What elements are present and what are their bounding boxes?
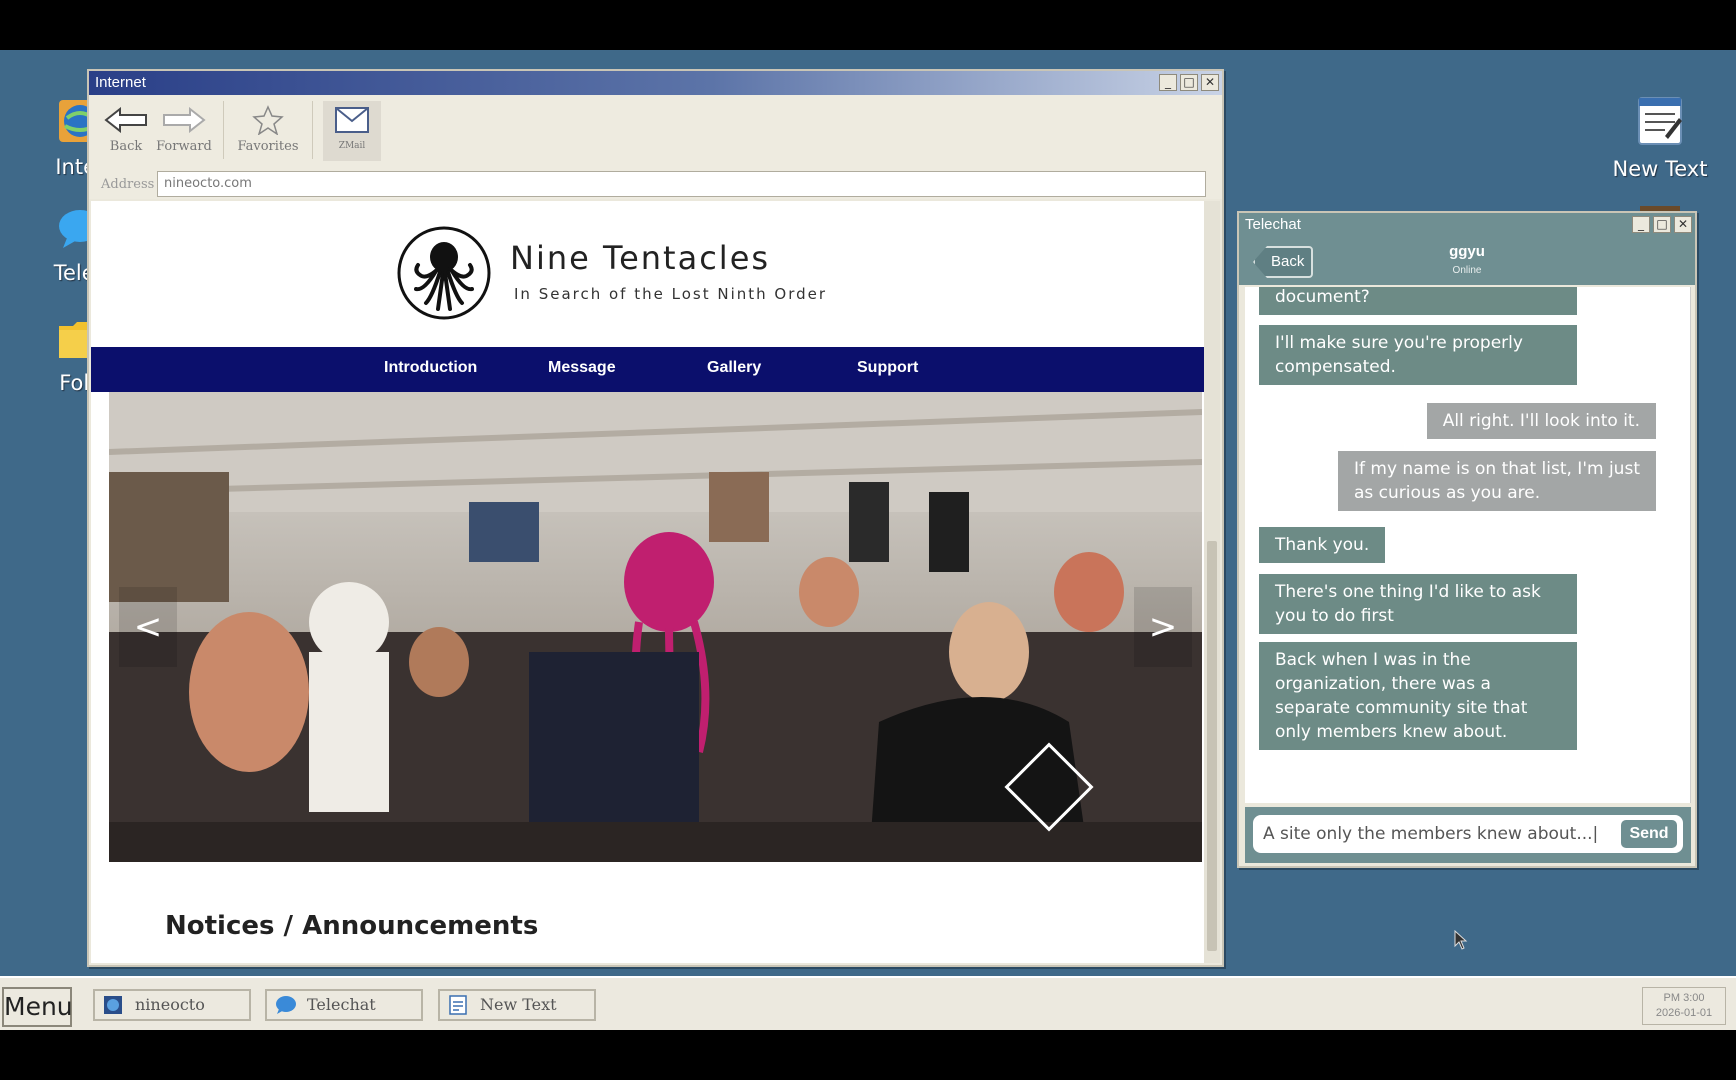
taskbar-item-telechat[interactable]: Telechat xyxy=(265,989,423,1021)
chat-message-input[interactable]: A site only the members knew about...| xyxy=(1253,815,1683,853)
mail-envelope-icon xyxy=(323,105,381,135)
address-input[interactable]: nineocto.com xyxy=(157,171,1206,197)
chat-message-list[interactable]: document? I'll make sure you're properly… xyxy=(1245,287,1691,803)
site-navigation: Introduction Message Gallery Support xyxy=(91,347,1204,392)
telechat-title: Telechat xyxy=(1245,216,1301,233)
site-subtitle: In Search of the Lost Ninth Order xyxy=(514,285,828,303)
start-menu-button[interactable]: Menu xyxy=(2,987,73,1027)
taskbar: Menu nineocto Telechat New Text PM 3:00 … xyxy=(0,976,1736,1030)
chat-bubble-icon xyxy=(275,995,297,1024)
forward-button[interactable]: Forward xyxy=(155,101,213,154)
send-button[interactable]: Send xyxy=(1621,820,1677,848)
message-incoming: I'll make sure you're properly compensat… xyxy=(1259,325,1577,385)
taskbar-item-browser[interactable]: nineocto xyxy=(93,989,251,1021)
toolbar-divider xyxy=(223,101,224,159)
minimize-button[interactable]: _ xyxy=(1632,216,1650,233)
hero-carousel-image: < > xyxy=(109,392,1202,862)
back-arrow-icon xyxy=(97,101,155,139)
mouse-cursor-icon xyxy=(1454,930,1468,950)
clock-time: PM 3:00 xyxy=(1663,992,1705,1004)
nav-support[interactable]: Support xyxy=(857,359,918,377)
internet-globe-icon xyxy=(103,995,123,1024)
minimize-button[interactable]: _ xyxy=(1159,74,1177,91)
nav-message[interactable]: Message xyxy=(548,359,616,377)
web-viewport: Nine Tentacles In Search of the Lost Nin… xyxy=(91,201,1204,963)
chat-header: Back ggyu Online xyxy=(1239,237,1695,285)
zmail-button[interactable]: ZMail xyxy=(323,101,381,161)
contact-status: Online xyxy=(1452,265,1482,276)
carousel-prev-button[interactable]: < xyxy=(119,587,177,667)
browser-scrollbar[interactable] xyxy=(1204,201,1220,963)
contact-name: ggyu xyxy=(1449,243,1485,260)
message-incoming: There's one thing I'd like to ask you to… xyxy=(1259,574,1577,634)
browser-title: Internet xyxy=(95,74,146,91)
browser-window: Internet _ □ ✕ Back Forward Favorites ZM… xyxy=(87,69,1224,967)
octopus-logo-icon[interactable] xyxy=(396,225,492,321)
system-clock[interactable]: PM 3:00 2026-01-01 xyxy=(1642,987,1726,1025)
nav-gallery[interactable]: Gallery xyxy=(707,359,761,377)
nav-introduction[interactable]: Introduction xyxy=(384,359,477,377)
message-incoming: Thank you. xyxy=(1259,527,1386,563)
telechat-window: Telechat _ □ ✕ Back ggyu Online document… xyxy=(1237,211,1697,868)
telechat-titlebar[interactable]: Telechat _ □ ✕ xyxy=(1239,213,1695,237)
close-button[interactable]: ✕ xyxy=(1674,216,1692,233)
star-icon xyxy=(234,101,302,139)
message-incoming: Back when I was in the organization, the… xyxy=(1259,642,1577,750)
desktop: Inter Telec Folc New Text Internet _ □ ✕ xyxy=(0,50,1736,976)
maximize-button[interactable]: □ xyxy=(1653,216,1671,233)
chat-input-row: A site only the members knew about...| S… xyxy=(1245,807,1691,863)
site-title: Nine Tentacles xyxy=(510,239,771,277)
taskbar-item-new-text[interactable]: New Text xyxy=(438,989,596,1021)
toolbar-divider xyxy=(312,101,313,159)
message-outgoing: If my name is on that list, I'm just as … xyxy=(1338,451,1656,511)
gathering-photo xyxy=(109,392,1202,862)
scrollbar-thumb[interactable] xyxy=(1207,541,1217,951)
address-label: Address xyxy=(101,176,155,192)
browser-toolbar: Back Forward Favorites ZMail xyxy=(89,95,1222,169)
screen: Inter Telec Folc New Text Internet _ □ ✕ xyxy=(0,0,1736,1080)
forward-arrow-icon xyxy=(155,101,213,139)
address-bar-row: Address nineocto.com xyxy=(89,169,1222,199)
carousel-next-button[interactable]: > xyxy=(1134,587,1192,667)
message-outgoing: All right. I'll look into it. xyxy=(1426,403,1656,439)
notices-heading: Notices / Announcements xyxy=(165,911,539,941)
message-incoming: document? xyxy=(1259,287,1577,315)
clock-date: 2026-01-01 xyxy=(1655,1007,1713,1019)
notepad-icon xyxy=(1610,96,1710,151)
browser-titlebar[interactable]: Internet _ □ ✕ xyxy=(89,71,1222,95)
site-header: Nine Tentacles In Search of the Lost Nin… xyxy=(91,201,1204,347)
desktop-icon-new-text[interactable]: New Text xyxy=(1610,96,1710,181)
close-button[interactable]: ✕ xyxy=(1201,74,1219,91)
notepad-icon xyxy=(448,995,468,1024)
maximize-button[interactable]: □ xyxy=(1180,74,1198,91)
back-button[interactable]: Back xyxy=(97,101,155,154)
favorites-button[interactable]: Favorites xyxy=(234,101,302,154)
